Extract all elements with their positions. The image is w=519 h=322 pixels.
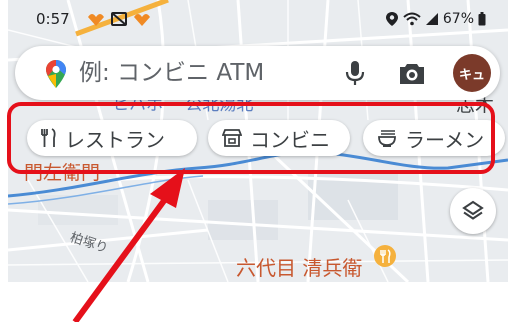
status-bar: 0:57 67% [8, 0, 508, 38]
layers-button[interactable] [450, 188, 496, 234]
battery-percent: 67% [442, 11, 474, 27]
restaurant-pin-icon[interactable] [372, 244, 398, 270]
signal-icon [425, 13, 438, 25]
place-label[interactable]: 六代目 清兵衛 [236, 252, 362, 281]
wifi-icon [403, 12, 421, 26]
google-maps-logo-icon [46, 60, 66, 88]
heart-icon [134, 14, 150, 26]
search-input[interactable] [79, 55, 329, 91]
layers-icon [462, 200, 484, 220]
search-bar[interactable]: キュ [15, 46, 500, 100]
lens-camera-icon[interactable] [397, 60, 427, 88]
status-time: 0:57 [36, 10, 70, 28]
notification-icons [88, 12, 150, 26]
status-right: 67% [385, 9, 486, 29]
battery-icon [478, 12, 486, 26]
highlight-box [7, 102, 495, 174]
account-avatar[interactable]: キュ [453, 54, 491, 92]
location-icon [385, 12, 398, 26]
microphone-icon[interactable] [341, 59, 369, 87]
heart-icon [88, 14, 104, 26]
